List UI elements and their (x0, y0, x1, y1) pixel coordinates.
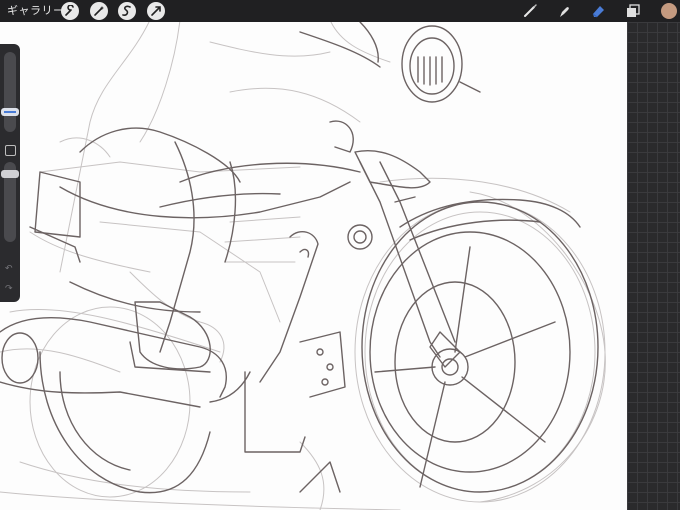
brush-size-handle[interactable] (1, 108, 19, 116)
layers-icon[interactable] (624, 2, 642, 20)
top-toolbar: ギャラリー (0, 0, 680, 23)
redo-button[interactable]: ↷ (5, 284, 13, 294)
brush-icon[interactable] (521, 2, 539, 20)
modify-button[interactable] (5, 145, 16, 156)
eraser-icon[interactable] (589, 2, 607, 20)
sidebar: ↶ ↷ (0, 44, 20, 302)
opacity-handle[interactable] (1, 170, 19, 178)
motorcycle-sketch (0, 22, 606, 510)
undo-button[interactable]: ↶ (5, 264, 13, 274)
color-swatch[interactable] (661, 3, 677, 19)
drawing-canvas[interactable] (0, 22, 627, 510)
smudge-icon[interactable] (555, 2, 573, 20)
canvas-grid-background (627, 22, 680, 510)
transform-icon[interactable] (147, 2, 165, 20)
gallery-button[interactable]: ギャラリー (7, 3, 65, 19)
brush-size-slider[interactable] (4, 52, 16, 132)
magic-wand-icon[interactable] (90, 2, 108, 20)
wrench-icon[interactable] (61, 2, 79, 20)
selection-icon[interactable] (118, 2, 136, 20)
